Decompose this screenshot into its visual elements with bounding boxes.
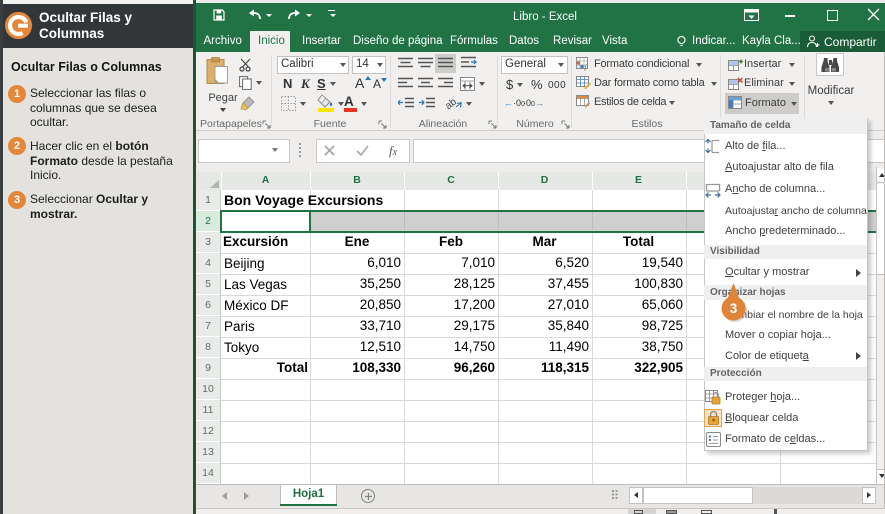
- svg-text:3: 3: [730, 301, 738, 316]
